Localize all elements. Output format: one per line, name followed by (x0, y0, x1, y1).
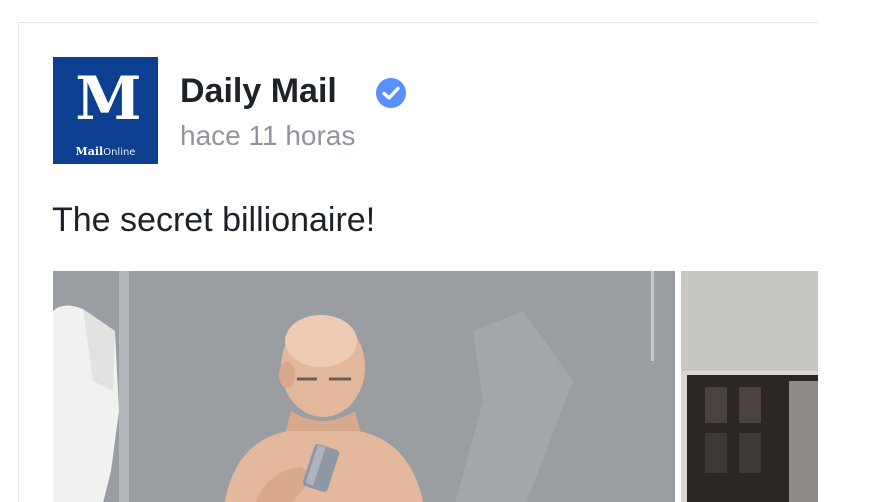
post-timestamp[interactable]: hace 11 horas (180, 119, 355, 153)
logo-strip-suffix: Online (103, 147, 136, 158)
logo-mark: M (75, 64, 141, 134)
post-message: The secret billionaire! (52, 201, 376, 239)
photo-side[interactable] (681, 271, 818, 502)
post-media[interactable] (53, 271, 818, 502)
post-card: M MailOnline Daily Mail hace 11 horas Th… (18, 22, 818, 502)
photo-main[interactable] (53, 271, 675, 502)
verified-badge-icon (376, 78, 406, 108)
page-name[interactable]: Daily Mail (180, 71, 337, 111)
logo-strip: MailOnline (53, 140, 158, 164)
page-avatar[interactable]: M MailOnline (53, 57, 158, 164)
logo-strip-brand: Mail (75, 145, 104, 158)
